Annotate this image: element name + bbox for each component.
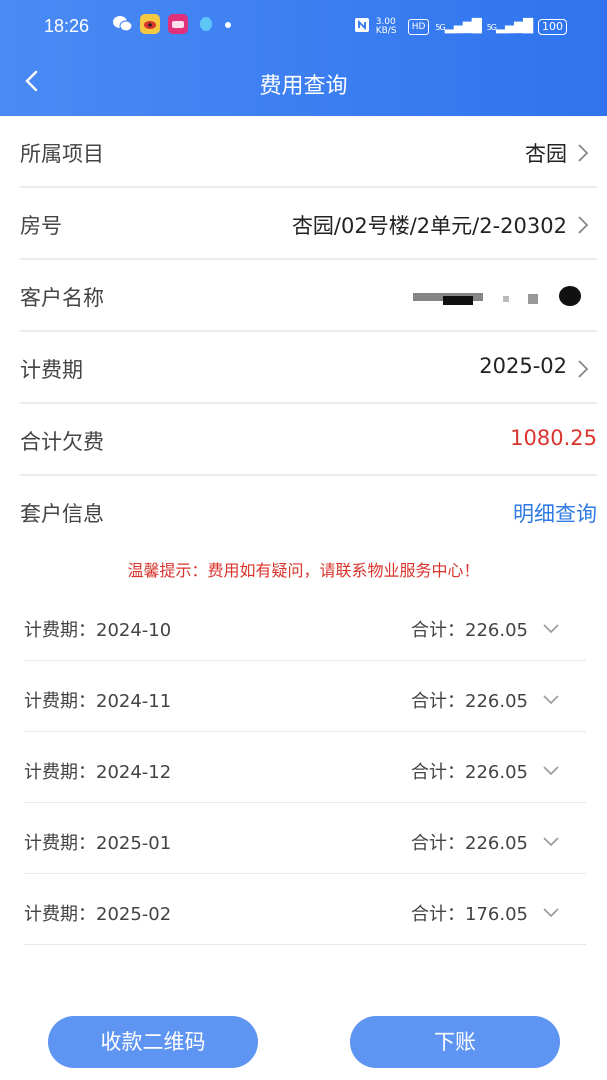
- bill-period: 计费期：2025-01: [24, 833, 172, 854]
- project-row[interactable]: 所属项目 杏园: [20, 116, 597, 188]
- signal-5g-1: 5G▂▄▆█: [435, 19, 481, 34]
- room-row[interactable]: 房号 杏园/02号楼/2单元/2-20302: [20, 188, 597, 260]
- shopping-app-icon: [168, 14, 188, 34]
- project-value: 杏园: [525, 142, 567, 166]
- notification-icons: [112, 14, 232, 34]
- suite-row: 套户信息 明细查询: [20, 476, 597, 546]
- signal-5g-2: 5G▂▄▆█: [486, 19, 533, 34]
- wechat-icon: [112, 14, 133, 34]
- room-label: 房号: [20, 214, 62, 238]
- write-off-button[interactable]: 下账: [350, 1016, 560, 1068]
- arrears-amount: 1080.25: [510, 426, 597, 450]
- bill-list: 计费期：2024-10 合计：226.05 计费期：2024-11 合计：226…: [24, 590, 586, 945]
- bill-total: 合计：226.05: [411, 762, 528, 783]
- bill-total: 合计：226.05: [411, 691, 528, 712]
- period-value: 2025-02: [479, 354, 567, 378]
- bill-total: 合计：226.05: [411, 620, 528, 641]
- chevron-down-icon[interactable]: [542, 620, 560, 634]
- status-time: 18:26: [44, 16, 90, 36]
- period-row[interactable]: 计费期 2025-02: [20, 332, 597, 404]
- signal-label-2: 5G: [486, 23, 497, 32]
- nfc-icon: [354, 17, 370, 36]
- app-header: 18:26 3.00 KB/S HD 5G▂▄▆█ 5G▂▄▆█ 100 费用查…: [0, 0, 607, 116]
- room-value: 杏园/02号楼/2单元/2-20302: [291, 214, 567, 238]
- customer-name-redacted: [403, 284, 583, 308]
- query-form: 所属项目 杏园 房号 杏园/02号楼/2单元/2-20302 客户名称 计费期 …: [20, 116, 597, 546]
- bill-item[interactable]: 计费期：2025-02 合计：176.05: [24, 874, 586, 945]
- weibo-icon: [140, 14, 160, 34]
- bill-period: 计费期：2024-10: [24, 620, 172, 641]
- chevron-right-icon: [577, 215, 589, 235]
- customer-label: 客户名称: [20, 286, 104, 310]
- status-bar: 18:26 3.00 KB/S HD 5G▂▄▆█ 5G▂▄▆█ 100: [0, 12, 607, 44]
- qr-code-button[interactable]: 收款二维码: [48, 1016, 258, 1068]
- hd-badge: HD: [407, 18, 430, 35]
- detail-query-link[interactable]: 明细查询: [513, 498, 597, 528]
- warm-tip: 温馨提示：费用如有疑问，请联系物业服务中心！: [127, 561, 480, 580]
- bill-period: 计费期：2025-02: [24, 904, 172, 925]
- arrears-label: 合计欠费: [20, 430, 104, 454]
- bill-period: 计费期：2024-12: [24, 762, 172, 783]
- signal-label-1: 5G: [435, 23, 445, 32]
- chevron-down-icon[interactable]: [542, 691, 560, 705]
- more-dot-icon: [224, 14, 232, 34]
- project-label: 所属项目: [20, 142, 104, 166]
- network-speed: 3.00 KB/S: [375, 16, 397, 36]
- qq-icon: [196, 14, 216, 34]
- chevron-down-icon[interactable]: [542, 762, 560, 776]
- bill-item[interactable]: 计费期：2024-10 合计：226.05: [24, 590, 586, 661]
- bill-item[interactable]: 计费期：2024-11 合计：226.05: [24, 661, 586, 732]
- bill-item[interactable]: 计费期：2024-12 合计：226.05: [24, 732, 586, 803]
- suite-label: 套户信息: [20, 502, 104, 526]
- bill-item[interactable]: 计费期：2025-01 合计：226.05: [24, 803, 586, 874]
- bill-total: 合计：226.05: [411, 833, 528, 854]
- page-title: 费用查询: [259, 74, 348, 99]
- nav-bar: 费用查询: [0, 58, 607, 108]
- chevron-right-icon: [577, 143, 589, 163]
- customer-row: 客户名称: [20, 260, 597, 332]
- bill-total: 合计：176.05: [411, 904, 528, 925]
- chevron-down-icon[interactable]: [542, 904, 560, 918]
- chevron-right-icon: [577, 359, 589, 379]
- status-right: 3.00 KB/S HD 5G▂▄▆█ 5G▂▄▆█ 100: [354, 17, 567, 36]
- bill-period: 计费期：2024-11: [24, 691, 172, 712]
- battery-indicator: 100: [538, 18, 567, 35]
- arrears-row: 合计欠费 1080.25: [20, 404, 597, 476]
- chevron-down-icon[interactable]: [542, 833, 560, 847]
- period-label: 计费期: [20, 358, 83, 382]
